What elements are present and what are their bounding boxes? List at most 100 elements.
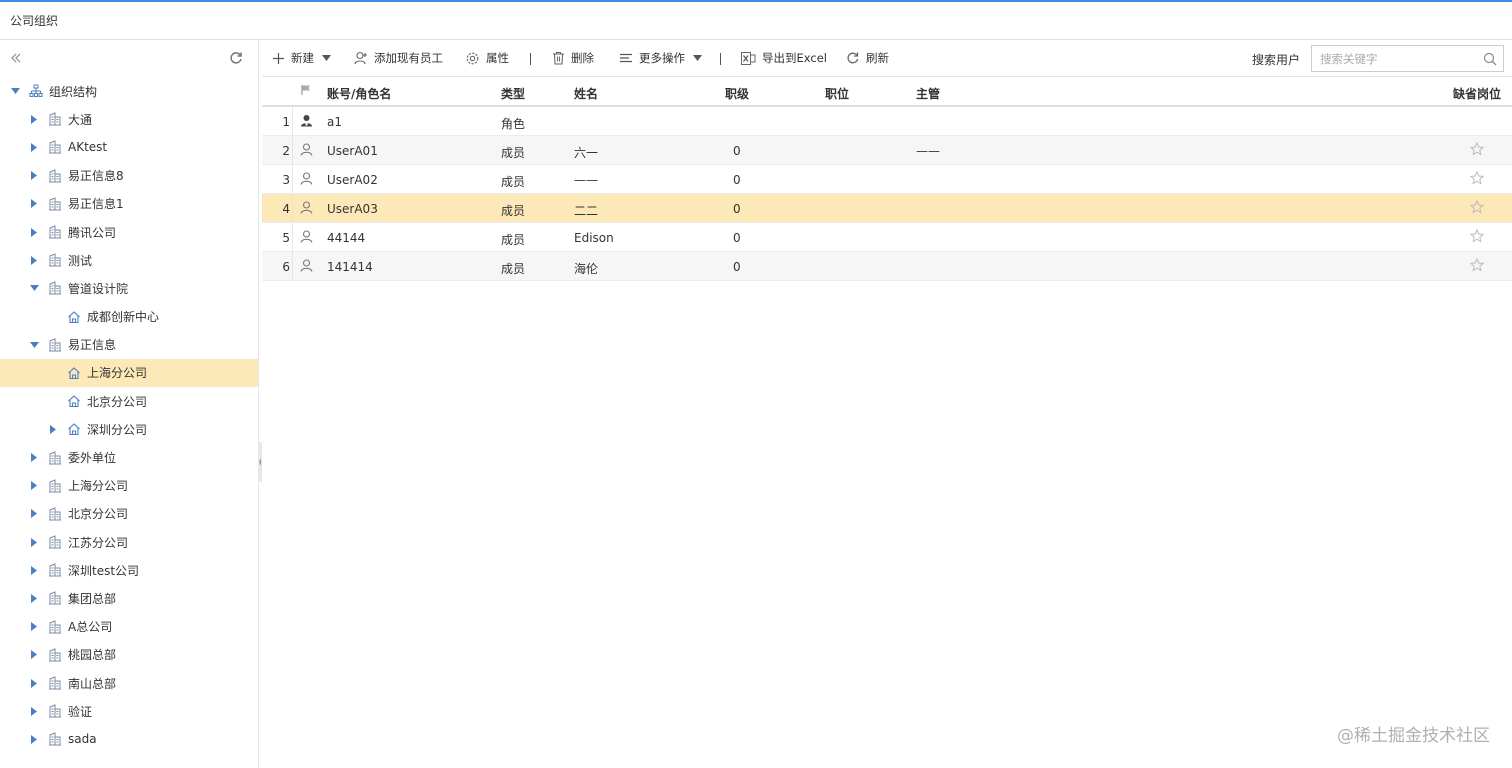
building-icon xyxy=(48,112,62,126)
tree-node[interactable]: 上海分公司 xyxy=(0,358,258,388)
cell-supervisor: —— xyxy=(916,144,940,158)
cell-grade: 0 xyxy=(733,173,741,187)
caret-right-icon[interactable] xyxy=(29,706,39,716)
building-icon xyxy=(48,253,62,267)
tree-node[interactable]: 集团总部 xyxy=(0,584,258,612)
star-icon[interactable] xyxy=(1469,228,1485,246)
refresh-icon xyxy=(847,52,859,64)
star-icon[interactable] xyxy=(1469,257,1485,275)
building-icon xyxy=(48,563,62,577)
tree-node[interactable]: 组织结构 xyxy=(0,77,258,105)
star-icon[interactable] xyxy=(1469,170,1485,188)
tree-node-label: 北京分公司 xyxy=(68,507,129,522)
tree-node[interactable]: 管道设计院 xyxy=(0,274,258,302)
col-supervisor[interactable]: 主管 xyxy=(916,85,940,102)
tree-node[interactable]: AKtest xyxy=(0,133,258,161)
caret-right-icon[interactable] xyxy=(29,650,39,660)
caret-right-icon[interactable] xyxy=(29,509,39,519)
caret-right-icon[interactable] xyxy=(29,142,39,152)
export-excel-button[interactable]: 导出到Excel xyxy=(741,45,827,71)
tree-node[interactable]: 上海分公司 xyxy=(0,472,258,500)
tree-node[interactable]: 测试 xyxy=(0,246,258,274)
tree-node[interactable]: 委外单位 xyxy=(0,443,258,471)
table-row[interactable]: 4 UserA03 成员 二二 0 xyxy=(262,194,1512,223)
caret-down-icon[interactable] xyxy=(29,340,39,350)
tree-node[interactable]: 江苏分公司 xyxy=(0,528,258,556)
building-icon xyxy=(48,338,62,352)
export-excel-label: 导出到Excel xyxy=(762,51,827,65)
properties-button[interactable]: 属性 xyxy=(465,45,509,71)
tree-node[interactable]: 大通 xyxy=(0,105,258,133)
org-tree: 组织结构 大通 AKtest 易正信息8 易正信息1 腾讯公司 测试 管道设计院 成都创新中心易… xyxy=(0,77,258,754)
row-number-divider xyxy=(292,194,293,222)
tree-node[interactable]: 易正信息 xyxy=(0,331,258,359)
caret-right-icon[interactable] xyxy=(29,199,39,209)
table-row[interactable]: 2 UserA01 成员 六一 0 —— xyxy=(262,136,1512,165)
table-row[interactable]: 5 44144 成员 Edison 0 xyxy=(262,223,1512,252)
col-grade[interactable]: 职级 xyxy=(725,85,749,102)
cell-account: 141414 xyxy=(327,260,373,274)
caret-down-icon[interactable] xyxy=(10,86,20,96)
caret-right-icon[interactable] xyxy=(29,453,39,463)
tree-node-label: 易正信息1 xyxy=(68,197,124,212)
tree-node[interactable]: 验证 xyxy=(0,697,258,725)
caret-right-icon[interactable] xyxy=(29,734,39,744)
caret-right-icon[interactable] xyxy=(29,481,39,491)
main-panel: 新建 添加现有员工 属性 删除 更多操作 导出到Excel 刷新 搜索用户 搜索… xyxy=(262,40,1512,768)
tree-node-label: 上海分公司 xyxy=(87,366,148,381)
tree-node[interactable]: 桃园总部 xyxy=(0,641,258,669)
tree-node[interactable]: 南山总部 xyxy=(0,669,258,697)
search-icon[interactable] xyxy=(1483,52,1497,69)
cell-grade: 0 xyxy=(733,202,741,216)
caret-right-icon[interactable] xyxy=(29,565,39,575)
tree-node[interactable]: 易正信息1 xyxy=(0,190,258,218)
table-row[interactable]: 6 141414 成员 海伦 0 xyxy=(262,252,1512,281)
building-icon xyxy=(48,450,62,465)
tree-node[interactable]: 北京分公司 xyxy=(0,387,258,415)
cell-name: 海伦 xyxy=(574,262,599,276)
tree-node[interactable]: 易正信息8 xyxy=(0,162,258,190)
tree-node[interactable]: 深圳分公司 xyxy=(0,415,258,443)
caret-right-icon[interactable] xyxy=(29,622,39,632)
user-grid: 账号/角色名 类型 姓名 职级 职位 主管 缺省岗位 1 a1 角色 2 UserA01… xyxy=(262,77,1512,281)
tree-node[interactable]: A总公司 xyxy=(0,613,258,641)
more-actions-label: 更多操作 xyxy=(639,51,685,65)
caret-right-icon[interactable] xyxy=(29,114,39,124)
caret-right-icon[interactable] xyxy=(29,171,39,181)
col-position[interactable]: 职位 xyxy=(825,85,849,102)
add-existing-label: 添加现有员工 xyxy=(374,51,443,65)
refresh-icon[interactable] xyxy=(228,50,244,66)
star-icon[interactable] xyxy=(1469,199,1485,217)
double-chevron-left-icon[interactable] xyxy=(9,51,25,67)
caret-down-icon[interactable] xyxy=(29,283,39,293)
caret-right-icon[interactable] xyxy=(29,678,39,688)
tree-node[interactable]: 北京分公司 xyxy=(0,500,258,528)
table-row[interactable]: 1 a1 角色 xyxy=(262,107,1512,136)
star-icon[interactable] xyxy=(1469,141,1485,159)
col-type[interactable]: 类型 xyxy=(501,85,525,102)
user-icon xyxy=(300,143,313,159)
caret-right-icon[interactable] xyxy=(29,537,39,547)
tree-node[interactable]: 深圳test公司 xyxy=(0,556,258,584)
tree-node[interactable]: 成都创新中心 xyxy=(0,303,258,331)
cell-grade: 0 xyxy=(733,144,741,158)
col-account[interactable]: 账号/角色名 xyxy=(327,85,391,102)
more-actions-button[interactable]: 更多操作 xyxy=(619,45,702,71)
add-existing-employee-button[interactable]: 添加现有员工 xyxy=(354,45,443,71)
new-label: 新建 xyxy=(291,51,314,65)
caret-right-icon[interactable] xyxy=(29,593,39,603)
col-name[interactable]: 姓名 xyxy=(574,85,598,102)
delete-button[interactable]: 删除 xyxy=(552,45,594,71)
table-row[interactable]: 3 UserA02 成员 —— 0 xyxy=(262,165,1512,194)
tree-node[interactable]: sada xyxy=(0,725,258,753)
new-button[interactable]: 新建 xyxy=(272,45,331,71)
caret-right-icon[interactable] xyxy=(29,255,39,265)
caret-right-icon[interactable] xyxy=(29,227,39,237)
col-default-post[interactable]: 缺省岗位 xyxy=(1453,85,1501,102)
home-icon xyxy=(67,310,81,324)
tree-node[interactable]: 腾讯公司 xyxy=(0,218,258,246)
search-input[interactable] xyxy=(1320,51,1470,66)
refresh-button[interactable]: 刷新 xyxy=(846,45,889,71)
caret-right-icon[interactable] xyxy=(48,424,58,434)
cell-type: 成员 xyxy=(501,262,526,276)
